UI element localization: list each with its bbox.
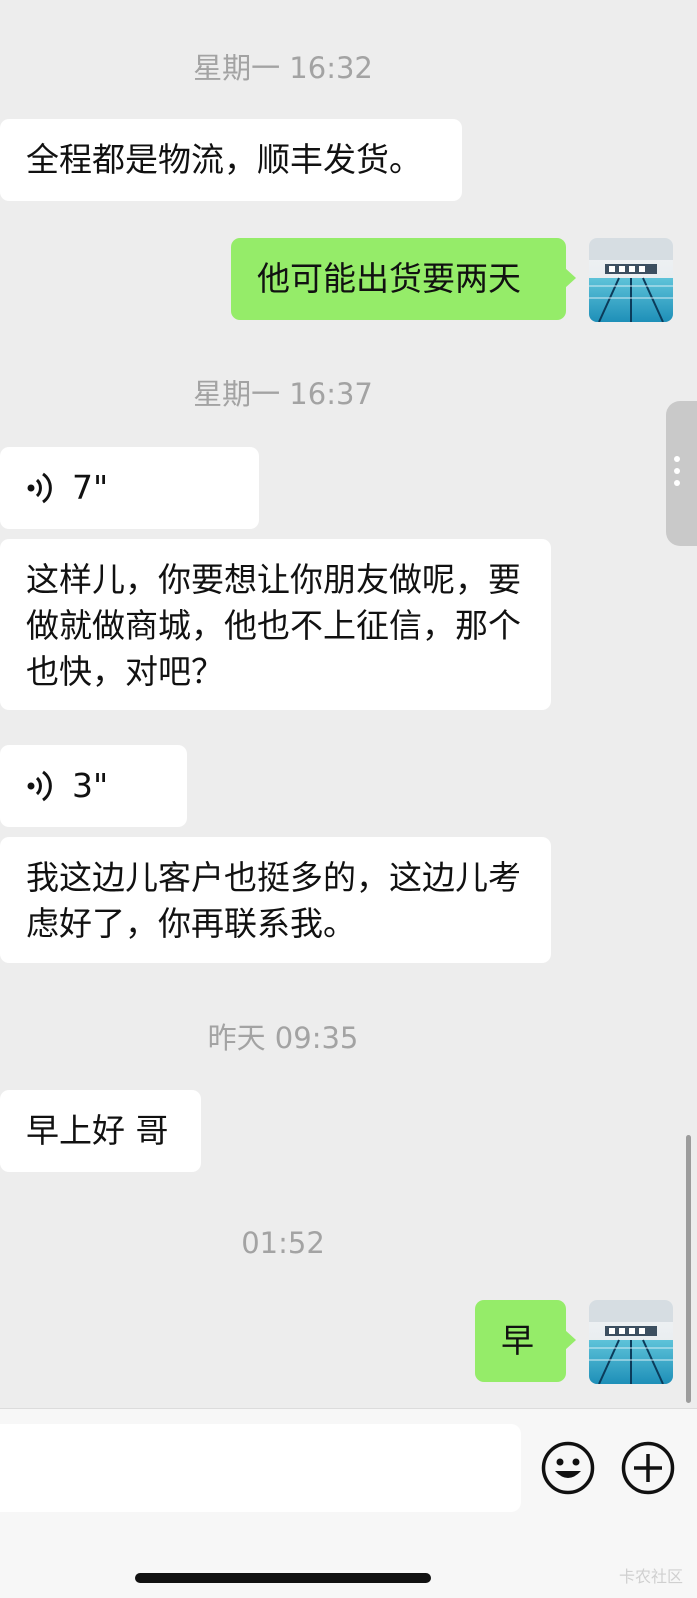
watermark: 卡农社区: [618, 1567, 683, 1586]
home-indicator[interactable]: [135, 1573, 431, 1583]
voice-message[interactable]: 7": [0, 447, 259, 529]
timestamp: 01:52: [241, 1226, 325, 1260]
timestamp: 星期一 16:32: [193, 51, 373, 85]
pool-avatar-image: [589, 238, 673, 322]
voice-wave-icon: [27, 770, 52, 802]
user-avatar[interactable]: [589, 1300, 673, 1384]
voice-wave-icon: [27, 472, 52, 504]
voice-message[interactable]: 3": [0, 745, 187, 827]
message-text: 我这边儿客户也挺多的，这边儿考虑好了，你再联系我。: [26, 858, 521, 943]
incoming-message[interactable]: 这样儿，你要想让你朋友做呢，要做就做商城，他也不上征信，那个也快，对吧？: [0, 539, 551, 710]
timestamp: 昨天 09:35: [207, 1021, 359, 1055]
message-text: 全程都是物流，顺丰发货。: [26, 140, 422, 179]
voice-duration: 7": [72, 468, 109, 507]
outgoing-message[interactable]: 早: [475, 1300, 576, 1382]
message-text: 他可能出货要两天: [257, 259, 521, 298]
emoji-smile-icon[interactable]: [541, 1441, 595, 1495]
message-input[interactable]: [0, 1424, 521, 1512]
input-bar: 卡农社区: [0, 1408, 697, 1598]
plus-circle-icon[interactable]: [621, 1441, 675, 1495]
outgoing-message[interactable]: 他可能出货要两天: [231, 238, 576, 320]
message-text: 早上好 哥: [26, 1111, 169, 1150]
incoming-message[interactable]: 早上好 哥: [0, 1090, 201, 1172]
floating-menu-handle[interactable]: [666, 401, 697, 546]
incoming-message[interactable]: 我这边儿客户也挺多的，这边儿考虑好了，你再联系我。: [0, 837, 551, 963]
vertical-dots-icon: [674, 456, 680, 486]
scrollbar[interactable]: [686, 1135, 691, 1403]
message-text: 这样儿，你要想让你朋友做呢，要做就做商城，他也不上征信，那个也快，对吧？: [26, 560, 521, 691]
message-text: 早: [501, 1321, 534, 1360]
voice-duration: 3": [72, 766, 109, 805]
incoming-message[interactable]: 全程都是物流，顺丰发货。: [0, 119, 462, 201]
pool-avatar-image: [589, 1300, 673, 1384]
timestamp: 星期一 16:37: [193, 377, 373, 411]
user-avatar[interactable]: [589, 238, 673, 322]
